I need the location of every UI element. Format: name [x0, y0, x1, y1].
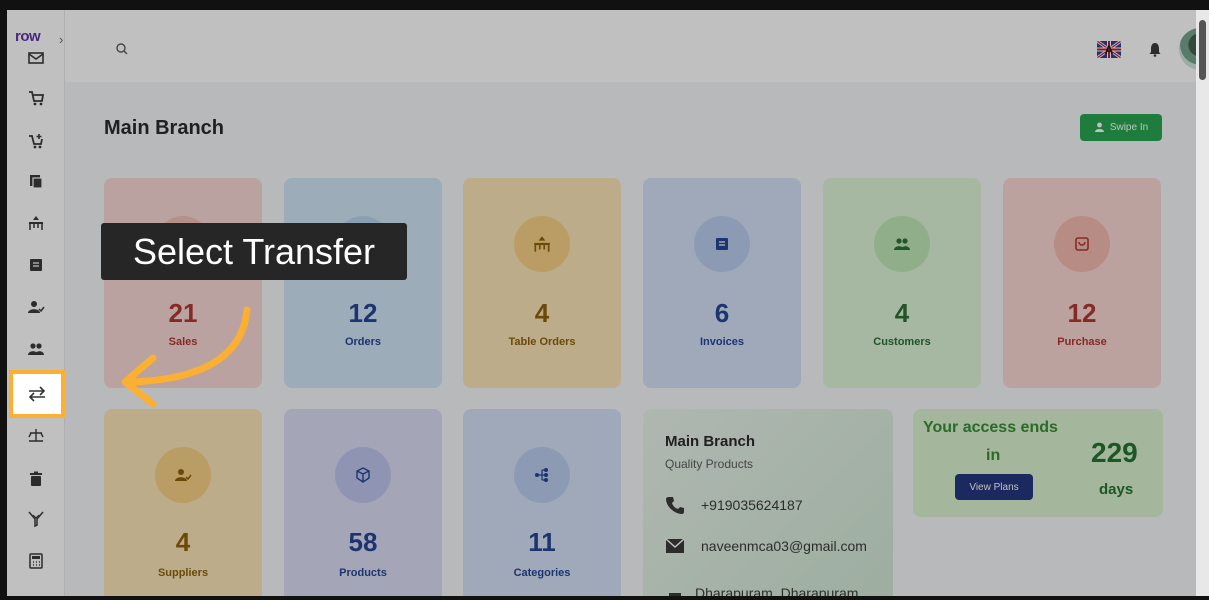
- access-card: Your access ends in 229 days View Plans: [913, 409, 1163, 517]
- filter-funnel-icon[interactable]: [26, 509, 46, 529]
- mail-icon[interactable]: [26, 48, 46, 68]
- stat-card-products[interactable]: 58 Products: [284, 409, 442, 596]
- stat-value: 4: [175, 527, 191, 557]
- category-tree-icon: [514, 447, 570, 503]
- stat-value: 12: [348, 298, 378, 328]
- stat-label: Purchase: [1057, 336, 1107, 348]
- cart-icon[interactable]: [26, 88, 46, 108]
- stat-card-purchase[interactable]: 12 Purchase: [1003, 178, 1161, 388]
- bell-icon[interactable]: [1148, 41, 1162, 57]
- stat-value: 4: [894, 298, 910, 328]
- delete-icon[interactable]: [26, 469, 46, 489]
- stat-card-table-orders[interactable]: 4 Table Orders: [463, 178, 621, 388]
- branch-phone: +919035624187: [701, 497, 803, 513]
- user-icon: [1094, 122, 1104, 132]
- branch-phone-row: +919035624187: [665, 495, 803, 515]
- user-check-icon: [155, 447, 211, 503]
- view-plans-button[interactable]: View Plans: [955, 474, 1033, 500]
- stat-card-invoices[interactable]: 6 Invoices: [643, 178, 801, 388]
- stat-value: 12: [1067, 298, 1097, 328]
- stat-card-suppliers[interactable]: 4 Suppliers: [104, 409, 262, 596]
- people-icon[interactable]: [26, 339, 46, 359]
- sidebar-expand-button[interactable]: ›: [59, 32, 63, 47]
- cube-icon: [335, 447, 391, 503]
- stat-label: Suppliers: [157, 567, 209, 579]
- stat-card-customers[interactable]: 4 Customers: [823, 178, 981, 388]
- branch-info-card: Main Branch Quality Products +9190356241…: [643, 409, 893, 596]
- location-icon: [669, 593, 681, 596]
- stat-value: 4: [534, 298, 550, 328]
- app-logo[interactable]: row: [15, 28, 41, 45]
- people-icon: [874, 216, 930, 272]
- table-dining-icon[interactable]: [26, 213, 46, 233]
- stat-value: 58: [348, 527, 378, 557]
- shopping-bag-icon: [1054, 216, 1110, 272]
- swipe-in-label: Swipe In: [1109, 122, 1149, 133]
- branch-subtitle: Quality Products: [665, 457, 754, 471]
- stat-label: Customers: [873, 336, 931, 348]
- stat-label: Table Orders: [508, 336, 576, 348]
- stat-label: Categories: [513, 567, 571, 579]
- flag-language-letter: A: [1105, 43, 1114, 57]
- days-remaining: 229: [1091, 437, 1138, 468]
- search-icon[interactable]: [115, 42, 129, 56]
- stat-label: Invoices: [699, 336, 745, 348]
- calculator-icon[interactable]: [26, 551, 46, 571]
- app-window: row › A Main Branch Swipe In 21 Sales 12…: [7, 10, 1196, 596]
- access-line1: Your access ends: [923, 419, 1058, 436]
- avatar[interactable]: [1179, 28, 1196, 70]
- branch-name: Main Branch: [665, 433, 756, 450]
- scrollbar-thumb[interactable]: [1199, 20, 1206, 80]
- stat-label: Orders: [344, 336, 382, 348]
- stat-label: Products: [339, 567, 387, 579]
- table-dining-icon: [514, 216, 570, 272]
- stat-card-categories[interactable]: 11 Categories: [463, 409, 621, 596]
- copy-icon[interactable]: [26, 171, 46, 191]
- phone-icon: [666, 497, 684, 514]
- sidebar: row ›: [7, 10, 65, 596]
- transfer-menu-item[interactable]: [9, 370, 65, 418]
- user-check-icon[interactable]: [26, 297, 46, 317]
- stat-value: 6: [714, 298, 730, 328]
- scale-icon[interactable]: [26, 425, 46, 445]
- branch-email-row: naveenmca03@gmail.com: [665, 538, 867, 554]
- invoice-icon[interactable]: [26, 255, 46, 275]
- uk-flag-icon[interactable]: A: [1097, 41, 1121, 58]
- stat-card-orders[interactable]: 12 Orders: [284, 178, 442, 388]
- days-label: days: [1099, 481, 1134, 498]
- page-title: Main Branch: [104, 117, 225, 139]
- transfer-icon: [28, 386, 46, 402]
- add-to-cart-icon[interactable]: [26, 131, 46, 151]
- tutorial-callout: Select Transfer: [101, 223, 407, 280]
- branch-address-row: Dharapuram, Dharapuram,: [665, 583, 862, 596]
- branch-email: naveenmca03@gmail.com: [701, 538, 867, 554]
- page-scrollbar[interactable]: [1196, 10, 1209, 596]
- invoice-icon: [694, 216, 750, 272]
- branch-address: Dharapuram, Dharapuram,: [695, 585, 863, 596]
- access-line2: in: [986, 447, 1001, 464]
- top-bar: A: [65, 10, 1196, 82]
- stat-value: 11: [528, 527, 556, 557]
- email-icon: [665, 538, 685, 553]
- curved-arrow-icon: [121, 306, 251, 408]
- swipe-in-button[interactable]: Swipe In: [1080, 114, 1162, 141]
